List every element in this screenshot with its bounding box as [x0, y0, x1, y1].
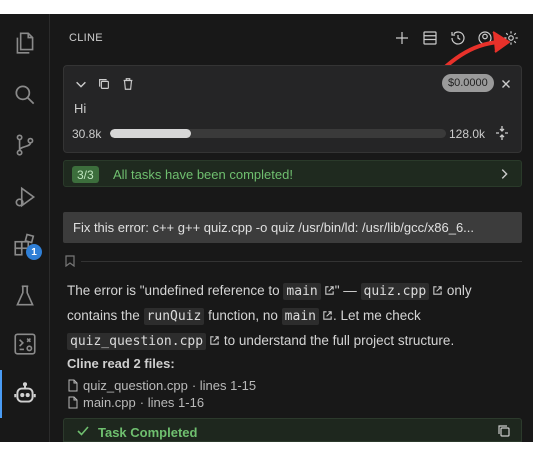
tokens-used: 30.8k: [72, 127, 102, 141]
file-item[interactable]: quiz_question.cpp · lines 1-15: [67, 378, 256, 393]
run-debug-icon[interactable]: [8, 180, 42, 214]
context-window: 128.0k: [449, 127, 486, 141]
check-icon: [77, 426, 89, 436]
extensions-icon[interactable]: 1: [8, 228, 42, 262]
external-link-icon[interactable]: [322, 310, 333, 321]
chevron-right-icon[interactable]: [497, 167, 511, 181]
cline-panel: CLINE $0.0000 Hi 30.8k 128.0k 3/3 All ta…: [51, 14, 533, 442]
search-icon[interactable]: [8, 78, 42, 112]
remote-icon[interactable]: [8, 327, 42, 361]
message-text: " —: [334, 283, 361, 298]
external-link-icon[interactable]: [432, 285, 443, 296]
task-text: Hi: [74, 101, 87, 116]
copy-icon[interactable]: [96, 76, 112, 92]
compress-icon[interactable]: [494, 125, 510, 141]
explorer-icon[interactable]: [8, 26, 42, 60]
context-progress-fill: [110, 129, 191, 138]
activity-bar: 1: [0, 14, 50, 442]
code-ref-quiz-question[interactable]: quiz_question.cpp: [67, 333, 207, 350]
code-ref-main-2[interactable]: main: [281, 308, 319, 325]
source-control-icon[interactable]: [8, 128, 42, 162]
copy-icon[interactable]: [497, 424, 511, 438]
task-completed-text: Task Completed: [98, 425, 198, 440]
trash-icon[interactable]: [120, 76, 136, 92]
external-link-icon[interactable]: [324, 285, 335, 296]
file-meta: · lines 1-16: [139, 395, 205, 410]
panel-header: CLINE: [51, 14, 533, 86]
task-completed-bar: Task Completed: [63, 418, 522, 442]
file-icon: [68, 379, 78, 392]
code-ref-main[interactable]: main: [283, 283, 321, 300]
file-item[interactable]: main.cpp · lines 1-16: [67, 395, 204, 410]
chevron-down-icon[interactable]: [73, 76, 89, 92]
active-indicator: [0, 370, 2, 418]
divider-line: [81, 261, 522, 262]
file-name: main.cpp: [83, 395, 136, 410]
file-meta: · lines 1-15: [191, 378, 257, 393]
tasks-count-badge: 3/3: [72, 166, 99, 183]
checkpoint-divider: [63, 255, 522, 267]
user-message: Fix this error: c++ g++ quiz.cpp -o quiz…: [63, 212, 522, 243]
extensions-badge: 1: [26, 244, 42, 260]
cline-icon[interactable]: [8, 377, 42, 411]
message-text: . Let me check: [332, 308, 421, 323]
tasks-completed-text: All tasks have been completed!: [113, 167, 293, 182]
task-card: $0.0000 Hi 30.8k 128.0k: [63, 65, 522, 153]
context-progress-bar: [110, 129, 446, 138]
file-icon: [68, 396, 78, 409]
message-text: The error is "undefined reference to: [67, 283, 284, 298]
panel-title: CLINE: [69, 32, 103, 44]
tasks-completed-bar[interactable]: 3/3 All tasks have been completed!: [63, 160, 522, 187]
external-link-icon[interactable]: [209, 335, 220, 346]
vscode-window: 1 CLINE $0.0000 Hi 30.8k 128.0k 3/3 All …: [0, 14, 533, 442]
file-name: quiz_question.cpp: [83, 378, 188, 393]
bookmark-icon[interactable]: [65, 255, 75, 267]
cost-badge: $0.0000: [442, 74, 494, 92]
read-files-title: Cline read 2 files:: [67, 356, 175, 371]
plus-icon[interactable]: [392, 28, 412, 48]
assistant-message: The error is "undefined reference to mai…: [67, 279, 517, 354]
code-ref-runquiz: runQuiz: [143, 308, 205, 325]
code-ref-quiz-cpp[interactable]: quiz.cpp: [360, 283, 430, 300]
message-text: function, no: [204, 308, 282, 323]
message-text: to understand the full project structure…: [220, 333, 455, 348]
close-icon[interactable]: [498, 76, 514, 92]
testing-icon[interactable]: [8, 279, 42, 313]
